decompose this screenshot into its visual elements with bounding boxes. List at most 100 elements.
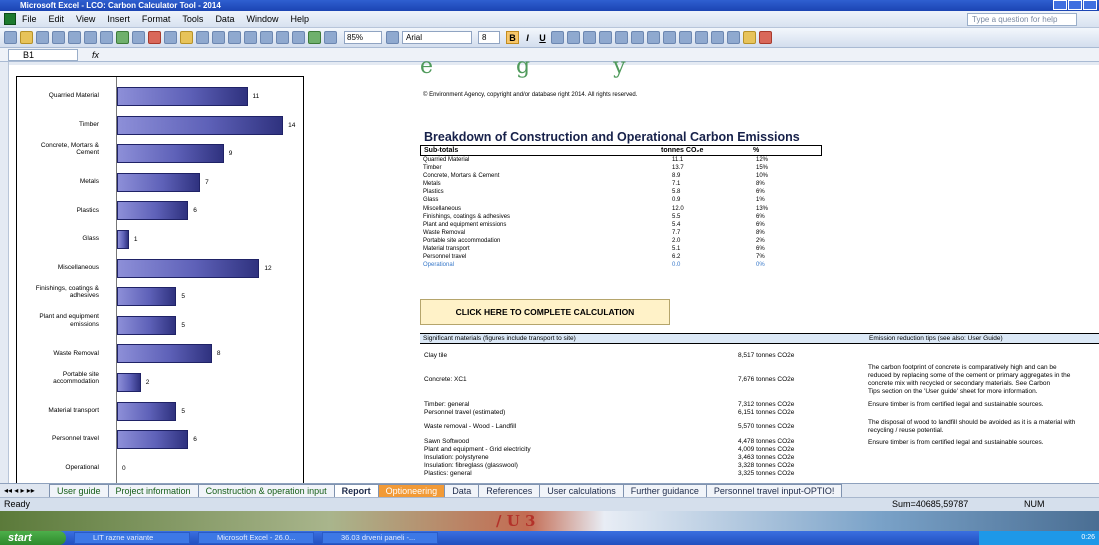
- excel-app-icon[interactable]: [4, 13, 16, 25]
- increase-indent-icon[interactable]: [711, 31, 724, 44]
- menu-edit[interactable]: Edit: [49, 14, 65, 24]
- new-icon[interactable]: [4, 31, 17, 44]
- sort-descending-icon[interactable]: [292, 31, 305, 44]
- complete-calculation-button[interactable]: CLICK HERE TO COMPLETE CALCULATION: [420, 299, 670, 325]
- merge-center-icon[interactable]: [599, 31, 612, 44]
- tab-user-calculations[interactable]: User calculations: [539, 484, 624, 497]
- autosum-icon[interactable]: [260, 31, 273, 44]
- redo-icon[interactable]: [228, 31, 241, 44]
- emissions-bar-chart[interactable]: Quarried Material 11 Timber 14 Concrete, Mor…: [16, 76, 304, 486]
- taskbar-item-excel[interactable]: Microsoft Excel - 26.0...: [198, 532, 314, 544]
- sort-ascending-icon[interactable]: [276, 31, 289, 44]
- currency-icon[interactable]: [615, 31, 628, 44]
- chart-wizard-icon[interactable]: [308, 31, 321, 44]
- start-button[interactable]: start: [0, 531, 66, 545]
- font-select[interactable]: Arial: [402, 31, 472, 44]
- decrease-decimal-icon[interactable]: [679, 31, 692, 44]
- chart-bar[interactable]: [117, 144, 224, 164]
- menu-insert[interactable]: Insert: [107, 14, 130, 24]
- minimize-button[interactable]: [1053, 0, 1067, 10]
- subtotals-cell: 8.9: [672, 173, 681, 180]
- underline-button[interactable]: U: [536, 31, 549, 44]
- help-search-input[interactable]: Type a question for help: [967, 13, 1077, 26]
- insert-function-icon[interactable]: fx: [92, 50, 99, 60]
- subtotals-cell: 5.1: [672, 246, 681, 253]
- chart-bar[interactable]: [117, 401, 177, 421]
- menu-help[interactable]: Help: [290, 14, 309, 24]
- taskbar-item-panels[interactable]: 36.03 drveni paneli -...: [322, 532, 438, 544]
- tab-personnel-travel-input[interactable]: Personnel travel input-OPTIO!: [705, 484, 843, 497]
- zoom-select[interactable]: 85%: [344, 31, 382, 44]
- subtotals-cell: 5.5: [672, 213, 681, 220]
- taskbar-item-folder[interactable]: LIT razne variante: [74, 532, 190, 544]
- cut-icon[interactable]: [148, 31, 161, 44]
- menu-data[interactable]: Data: [215, 14, 234, 24]
- subtotals-cell: Plastics: [423, 189, 444, 196]
- menu-file[interactable]: File: [22, 14, 37, 24]
- save-icon[interactable]: [36, 31, 49, 44]
- chart-bar[interactable]: [117, 87, 248, 106]
- chart-bar[interactable]: [117, 430, 189, 450]
- chart-data-label: 5: [181, 407, 185, 415]
- tab-optioneering[interactable]: Optioneering: [377, 484, 446, 497]
- chart-bar[interactable]: [117, 172, 201, 192]
- hyperlink-icon[interactable]: [244, 31, 257, 44]
- italic-button[interactable]: I: [521, 31, 534, 44]
- print-icon[interactable]: [84, 31, 97, 44]
- increase-decimal-icon[interactable]: [663, 31, 676, 44]
- tab-report[interactable]: Report: [333, 484, 379, 497]
- taskbar: start LIT razne variante Microsoft Excel…: [0, 531, 1099, 545]
- copy-icon[interactable]: [164, 31, 177, 44]
- worksheet[interactable]: Quarried Material 11 Timber 14 Concrete, Mor…: [0, 56, 1099, 486]
- tab-further-guidance[interactable]: Further guidance: [622, 484, 707, 497]
- drawing-icon[interactable]: [324, 31, 337, 44]
- subtotals-cell: 5.4: [672, 221, 681, 228]
- align-right-icon[interactable]: [583, 31, 596, 44]
- bold-button[interactable]: B: [506, 31, 519, 44]
- menu-format[interactable]: Format: [142, 14, 171, 24]
- chart-bar[interactable]: [117, 315, 177, 335]
- email-icon[interactable]: [68, 31, 81, 44]
- borders-icon[interactable]: [727, 31, 740, 44]
- chart-bar[interactable]: [117, 373, 141, 392]
- research-icon[interactable]: [132, 31, 145, 44]
- close-button[interactable]: [1083, 0, 1097, 10]
- chart-bar[interactable]: [117, 344, 212, 364]
- menu-view[interactable]: View: [76, 14, 95, 24]
- print-preview-icon[interactable]: [100, 31, 113, 44]
- align-center-icon[interactable]: [567, 31, 580, 44]
- format-painter-icon[interactable]: [196, 31, 209, 44]
- row-headers[interactable]: [0, 62, 9, 483]
- chart-bar[interactable]: [117, 201, 189, 221]
- menu-tools[interactable]: Tools: [182, 14, 203, 24]
- menu-window[interactable]: Window: [246, 14, 278, 24]
- chart-category-label: Plastics: [76, 206, 99, 214]
- font-color-icon[interactable]: [759, 31, 772, 44]
- chart-bar[interactable]: [117, 230, 129, 249]
- chart-bar[interactable]: [117, 287, 177, 307]
- tab-project-information[interactable]: Project information: [107, 484, 199, 497]
- help-icon[interactable]: [386, 31, 399, 44]
- spelling-icon[interactable]: [116, 31, 129, 44]
- chart-bar[interactable]: [117, 115, 284, 135]
- subtotals-cell: Waste Removal: [423, 229, 466, 236]
- open-icon[interactable]: [20, 31, 33, 44]
- decrease-indent-icon[interactable]: [695, 31, 708, 44]
- undo-icon[interactable]: [212, 31, 225, 44]
- font-size-select[interactable]: 8: [478, 31, 500, 44]
- permission-icon[interactable]: [52, 31, 65, 44]
- tab-data[interactable]: Data: [444, 484, 480, 497]
- fill-color-icon[interactable]: [743, 31, 756, 44]
- percent-icon[interactable]: [631, 31, 644, 44]
- tab-scroll-arrows[interactable]: ◂◂ ◂ ▸ ▸▸: [0, 485, 50, 497]
- tab-user-guide[interactable]: User guide: [49, 484, 109, 497]
- name-box[interactable]: B1: [8, 48, 78, 61]
- align-left-icon[interactable]: [551, 31, 564, 44]
- chart-data-label: 6: [193, 436, 197, 444]
- tab-construction-operation-input[interactable]: Construction & operation input: [197, 484, 335, 497]
- comma-icon[interactable]: [647, 31, 660, 44]
- tab-references[interactable]: References: [478, 484, 541, 497]
- chart-bar[interactable]: [117, 258, 260, 278]
- maximize-button[interactable]: [1068, 0, 1082, 10]
- paste-icon[interactable]: [180, 31, 193, 44]
